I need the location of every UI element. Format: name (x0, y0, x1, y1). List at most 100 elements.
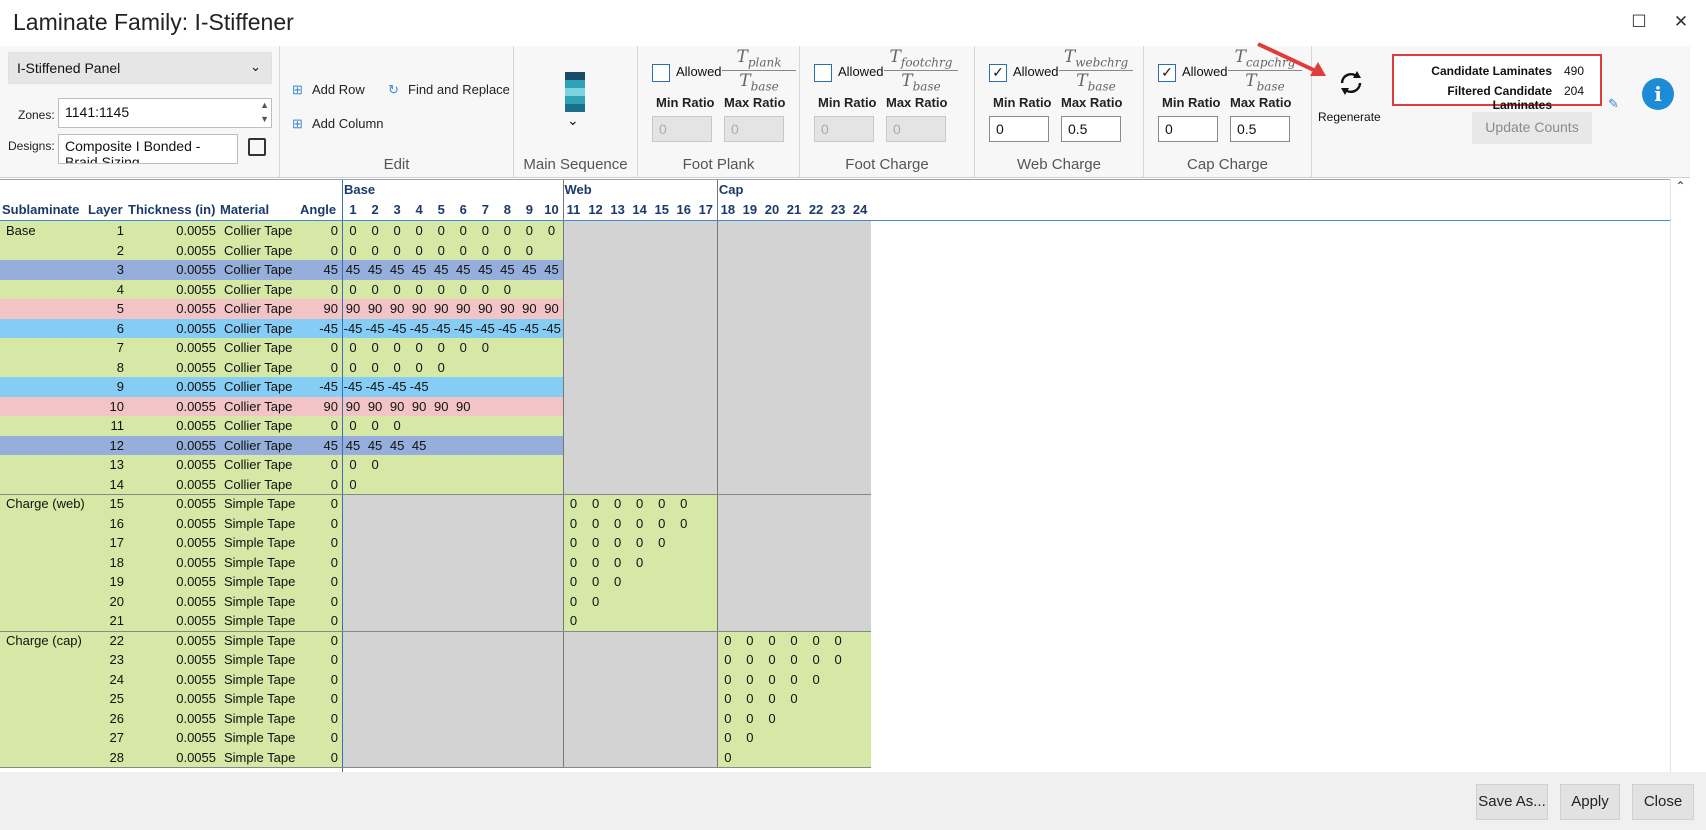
ply-cell[interactable]: 0 (342, 358, 364, 378)
table-cell-angle[interactable]: 0 (304, 689, 338, 709)
table-cell-sub[interactable] (6, 553, 84, 573)
table-cell-mat[interactable]: Collier Tape (224, 260, 296, 280)
table-cell-mat[interactable]: Simple Tape (224, 611, 296, 631)
ply-cell[interactable]: 0 (629, 553, 651, 573)
table-cell-mat[interactable]: Simple Tape (224, 514, 296, 534)
ply-cell[interactable]: 0 (673, 494, 695, 514)
ply-column-header[interactable]: 8 (496, 200, 518, 220)
ply-cell[interactable]: 0 (607, 533, 629, 553)
table-cell-layer[interactable]: 2 (92, 241, 124, 261)
designs-input[interactable]: Composite I Bonded - Braid Sizing (58, 134, 238, 164)
table-cell-thk[interactable]: 0.0055 (132, 748, 216, 768)
ply-cell[interactable]: 0 (540, 221, 562, 241)
column-header[interactable]: Layer (88, 200, 128, 220)
ply-cell[interactable]: 0 (452, 241, 474, 261)
table-cell-layer[interactable]: 11 (92, 416, 125, 436)
table-cell-layer[interactable]: 18 (92, 553, 124, 573)
ply-cell[interactable]: 0 (364, 455, 386, 475)
table-cell-angle[interactable]: 0 (304, 280, 338, 300)
table-cell-thk[interactable]: 0.0055 (132, 553, 216, 573)
info-icon[interactable]: i (1642, 78, 1674, 110)
table-cell-sub[interactable] (6, 670, 84, 690)
ply-cell[interactable]: 0 (563, 533, 585, 553)
allowed-checkbox[interactable] (652, 64, 670, 82)
table-cell-angle[interactable]: 0 (304, 358, 338, 378)
ply-cell[interactable]: 0 (364, 221, 386, 241)
ply-cell[interactable]: 45 (452, 260, 474, 280)
ply-cell[interactable]: 0 (805, 631, 827, 651)
close-icon[interactable]: ✕ (1668, 12, 1694, 32)
table-cell-angle[interactable]: 0 (304, 631, 338, 651)
ply-cell[interactable]: 0 (430, 358, 452, 378)
table-cell-thk[interactable]: 0.0055 (132, 475, 216, 495)
ply-cell[interactable]: 45 (474, 260, 496, 280)
table-cell-mat[interactable]: Collier Tape (224, 241, 296, 261)
table-cell-mat[interactable]: Collier Tape (224, 280, 296, 300)
column-header[interactable]: Sublaminate (2, 200, 88, 220)
ply-cell[interactable]: 90 (518, 299, 540, 319)
table-cell-mat[interactable]: Collier Tape (224, 416, 296, 436)
table-cell-sub[interactable]: Charge (web) (6, 494, 85, 514)
table-cell-layer[interactable]: 5 (92, 299, 124, 319)
table-cell-angle[interactable]: 0 (304, 728, 338, 748)
main-sequence-icon[interactable] (565, 72, 585, 112)
ply-cell[interactable]: 45 (430, 260, 452, 280)
ply-cell[interactable]: 0 (673, 514, 695, 534)
table-cell-mat[interactable]: Collier Tape (224, 436, 296, 456)
ply-cell[interactable]: 0 (408, 338, 430, 358)
ply-cell[interactable]: 0 (342, 221, 364, 241)
ply-cell[interactable]: 0 (364, 416, 386, 436)
table-cell-angle[interactable]: 0 (304, 670, 338, 690)
ply-column-header[interactable]: 22 (805, 200, 827, 220)
table-cell-mat[interactable]: Collier Tape (224, 377, 296, 397)
ply-cell[interactable]: 0 (607, 553, 629, 573)
ply-cell[interactable]: 0 (761, 650, 783, 670)
ply-cell[interactable]: -45 (364, 377, 386, 397)
table-cell-angle[interactable]: 0 (304, 553, 338, 573)
ply-cell[interactable]: 0 (629, 533, 651, 553)
table-cell-mat[interactable]: Simple Tape (224, 631, 296, 651)
table-cell-mat[interactable]: Collier Tape (224, 319, 296, 339)
ply-cell[interactable]: 0 (739, 670, 761, 690)
ply-column-header[interactable]: 23 (827, 200, 849, 220)
ply-cell[interactable]: 0 (607, 572, 629, 592)
ply-cell[interactable]: 0 (563, 592, 585, 612)
ply-cell[interactable]: -45 (474, 319, 496, 339)
ply-cell[interactable]: 0 (430, 280, 452, 300)
spin-down-icon[interactable]: ▼ (260, 114, 269, 124)
ply-cell[interactable]: 0 (827, 631, 849, 651)
ply-cell[interactable]: 45 (342, 260, 364, 280)
ply-column-header[interactable]: 3 (386, 200, 408, 220)
table-cell-layer[interactable]: 24 (92, 670, 124, 690)
ply-cell[interactable]: 0 (717, 709, 739, 729)
ply-cell[interactable]: 0 (342, 455, 364, 475)
table-cell-layer[interactable]: 19 (92, 572, 124, 592)
table-cell-mat[interactable]: Collier Tape (224, 397, 296, 417)
table-cell-sub[interactable] (6, 241, 84, 261)
ply-cell[interactable]: 0 (408, 241, 430, 261)
column-header[interactable]: Thickness (in) (128, 200, 220, 220)
ply-cell[interactable]: 90 (430, 397, 452, 417)
table-cell-mat[interactable]: Collier Tape (224, 338, 296, 358)
ply-cell[interactable]: 45 (342, 436, 364, 456)
ply-cell[interactable]: 45 (496, 260, 518, 280)
table-cell-thk[interactable]: 0.0055 (132, 280, 216, 300)
ply-cell[interactable]: 0 (408, 358, 430, 378)
add-row-button[interactable]: ⊞ Add Row (292, 82, 365, 98)
table-cell-layer[interactable]: 8 (92, 358, 124, 378)
ply-cell[interactable]: 0 (342, 241, 364, 261)
ply-cell[interactable]: -45 (452, 319, 474, 339)
table-cell-angle[interactable]: 0 (304, 475, 338, 495)
table-cell-layer[interactable]: 6 (92, 319, 124, 339)
close-button[interactable]: Close (1632, 784, 1694, 820)
ply-cell[interactable]: -45 (364, 319, 386, 339)
table-cell-sub[interactable] (6, 728, 84, 748)
table-cell-sub[interactable] (6, 377, 84, 397)
table-cell-sub[interactable] (6, 455, 84, 475)
ply-cell[interactable]: 0 (783, 670, 805, 690)
ply-cell[interactable]: -45 (430, 319, 452, 339)
ply-cell[interactable]: 0 (585, 514, 607, 534)
ply-cell[interactable]: -45 (518, 319, 540, 339)
table-cell-sub[interactable] (6, 338, 84, 358)
chevron-down-icon[interactable]: ⌄ (567, 112, 579, 129)
